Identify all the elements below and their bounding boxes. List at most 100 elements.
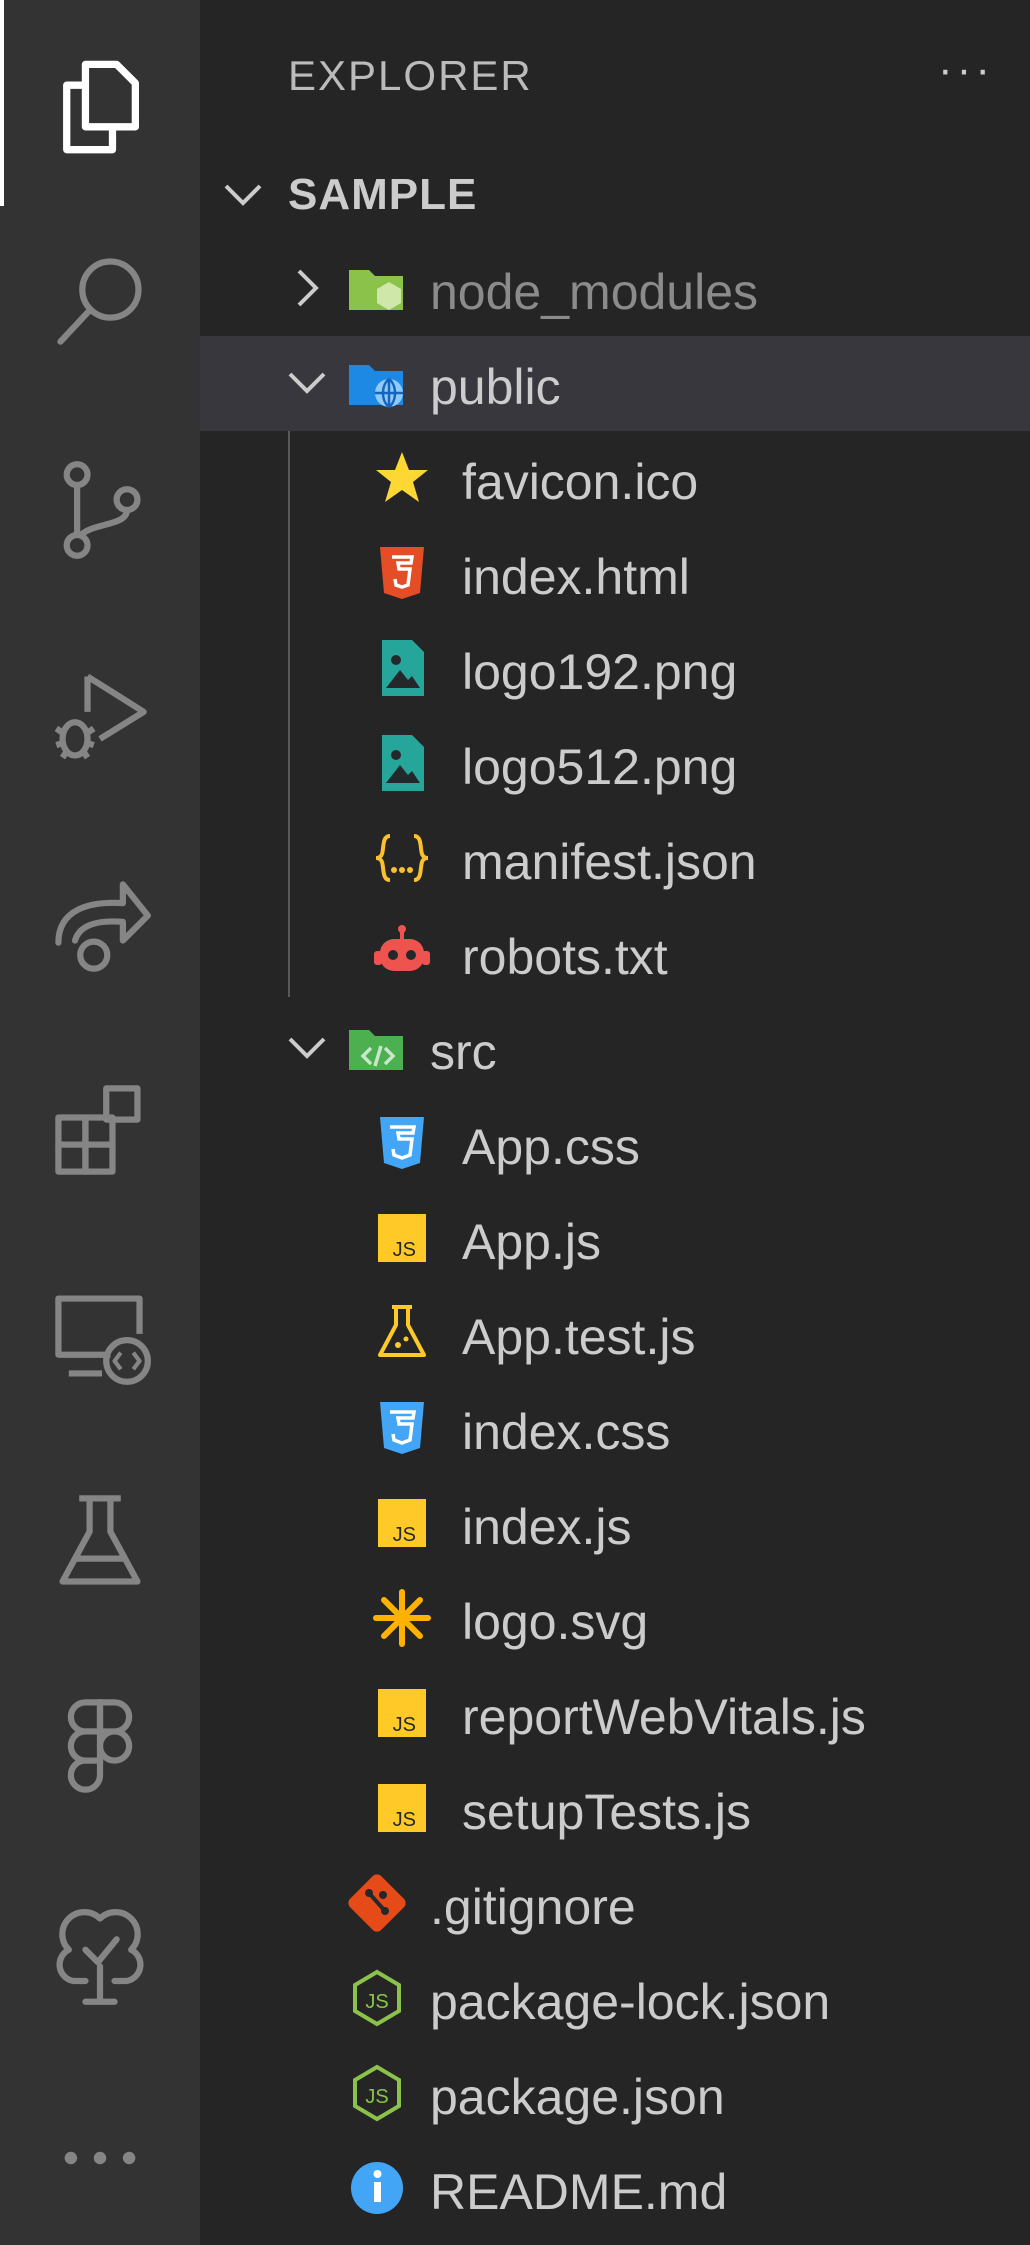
file-item[interactable]: favicon.ico (200, 431, 1030, 526)
extensions-icon (55, 1085, 141, 1175)
javascript-icon: JS (378, 1499, 426, 1547)
item-label: App.css (462, 1119, 640, 1175)
source-control-icon (63, 461, 141, 559)
file-item[interactable]: .gitignore (200, 1856, 1030, 1951)
remote-share-icon (55, 881, 151, 972)
file-item[interactable]: logo512.png (200, 716, 1030, 811)
search-icon (57, 258, 142, 345)
file-tree: node_modulespublic favicon.ico index.html l… (200, 241, 1030, 2236)
search-button[interactable] (0, 230, 200, 370)
item-label: App.test.js (462, 1309, 696, 1365)
svg-text:JS: JS (393, 1239, 416, 1261)
workspace-title: SAMPLE (288, 170, 478, 219)
css3-icon (380, 1402, 424, 1454)
more-actions-button[interactable]: ··· (926, 40, 1006, 100)
src-folder-icon (349, 1030, 403, 1070)
file-item[interactable]: App.test.js (200, 1286, 1030, 1381)
robot-icon (374, 925, 430, 971)
file-item[interactable]: index.css (200, 1381, 1030, 1476)
testing-button[interactable] (0, 1472, 200, 1612)
item-label: package.json (430, 2069, 725, 2125)
json-braces-icon (375, 834, 429, 882)
item-label: logo512.png (462, 739, 738, 795)
svg-text:JS: JS (365, 2086, 388, 2108)
more-button[interactable] (0, 2088, 200, 2228)
sidebar-header: EXPLORER ··· (200, 0, 1030, 150)
folder-item[interactable]: src (200, 1001, 1030, 1096)
item-label: robots.txt (462, 929, 668, 985)
item-label: node_modules (430, 264, 759, 320)
file-item[interactable]: README.md (200, 2141, 1030, 2236)
activity-bar (0, 0, 200, 2245)
svg-text:JS: JS (365, 1991, 388, 2013)
explorer-button[interactable] (0, 36, 200, 176)
file-item[interactable]: JS reportWebVitals.js (200, 1666, 1030, 1761)
file-item[interactable]: index.html (200, 526, 1030, 621)
item-label: README.md (430, 2164, 728, 2220)
file-item[interactable]: manifest.json (200, 811, 1030, 906)
item-label: index.css (462, 1404, 671, 1460)
test-flask-icon (378, 1305, 426, 1357)
file-item[interactable]: JS setupTests.js (200, 1761, 1030, 1856)
folder-item[interactable]: node_modules (200, 241, 1030, 336)
public-folder-icon (349, 365, 403, 408)
javascript-icon: JS (378, 1214, 426, 1262)
file-item[interactable]: logo.svg (200, 1571, 1030, 1666)
file-item[interactable]: JS package.json (200, 2046, 1030, 2141)
svg-asterisk-icon (373, 1589, 431, 1647)
remote-explorer-button[interactable] (0, 1266, 200, 1406)
file-item[interactable]: robots.txt (200, 906, 1030, 1001)
info-icon (351, 2162, 403, 2214)
run-debug-icon (54, 673, 147, 760)
figma-icon (67, 1699, 133, 1793)
figma-button[interactable] (0, 1676, 200, 1816)
star-icon (376, 452, 428, 502)
file-item[interactable]: JS App.js (200, 1191, 1030, 1286)
item-label: .gitignore (430, 1879, 636, 1935)
workspace-section-header[interactable]: SAMPLE (200, 150, 1030, 240)
item-label: logo192.png (462, 644, 738, 700)
tree-view-button[interactable] (0, 1886, 200, 2026)
extensions-button[interactable] (0, 1060, 200, 1200)
git-icon (348, 1874, 406, 1932)
item-label: public (430, 359, 561, 415)
nodejs-icon: JS (353, 1969, 401, 2027)
item-label: src (430, 1024, 497, 1080)
remote-share-button[interactable] (0, 856, 200, 996)
file-item[interactable]: App.css (200, 1096, 1030, 1191)
html5-icon (380, 547, 424, 599)
image-icon (382, 735, 424, 791)
chevron-down-icon (288, 372, 326, 394)
file-item[interactable]: JS index.js (200, 1476, 1030, 1571)
svg-text:JS: JS (393, 1809, 416, 1831)
remote-explorer-icon (55, 1295, 151, 1385)
item-label: App.js (462, 1214, 601, 1270)
chevron-right-icon (297, 269, 319, 307)
css3-icon (380, 1117, 424, 1169)
javascript-icon: JS (378, 1784, 426, 1832)
image-icon (382, 640, 424, 696)
nodejs-icon: JS (353, 2064, 401, 2122)
run-debug-button[interactable] (0, 646, 200, 786)
svg-text:JS: JS (393, 1524, 416, 1546)
item-label: manifest.json (462, 834, 757, 890)
folder-item[interactable]: public (200, 336, 1030, 431)
file-item[interactable]: JS package-lock.json (200, 1951, 1030, 2046)
source-control-button[interactable] (0, 440, 200, 580)
explorer-icon (63, 60, 139, 154)
more-icon (64, 2151, 136, 2165)
tree-check-icon (56, 1909, 144, 2005)
explorer-title: EXPLORER (288, 52, 533, 99)
item-label: favicon.ico (462, 454, 699, 510)
explorer-sidebar: EXPLORER ··· SAMPLE node_modulespublic fa… (200, 0, 1030, 2245)
node-folder-icon (349, 270, 403, 310)
item-label: package-lock.json (430, 1974, 831, 2030)
testing-flask-icon (59, 1495, 141, 1585)
item-label: logo.svg (462, 1594, 649, 1650)
item-label: reportWebVitals.js (462, 1689, 866, 1745)
chevron-down-icon (224, 184, 262, 206)
file-item[interactable]: logo192.png (200, 621, 1030, 716)
item-label: setupTests.js (462, 1784, 752, 1840)
item-label: index.js (462, 1499, 632, 1555)
javascript-icon: JS (378, 1689, 426, 1737)
